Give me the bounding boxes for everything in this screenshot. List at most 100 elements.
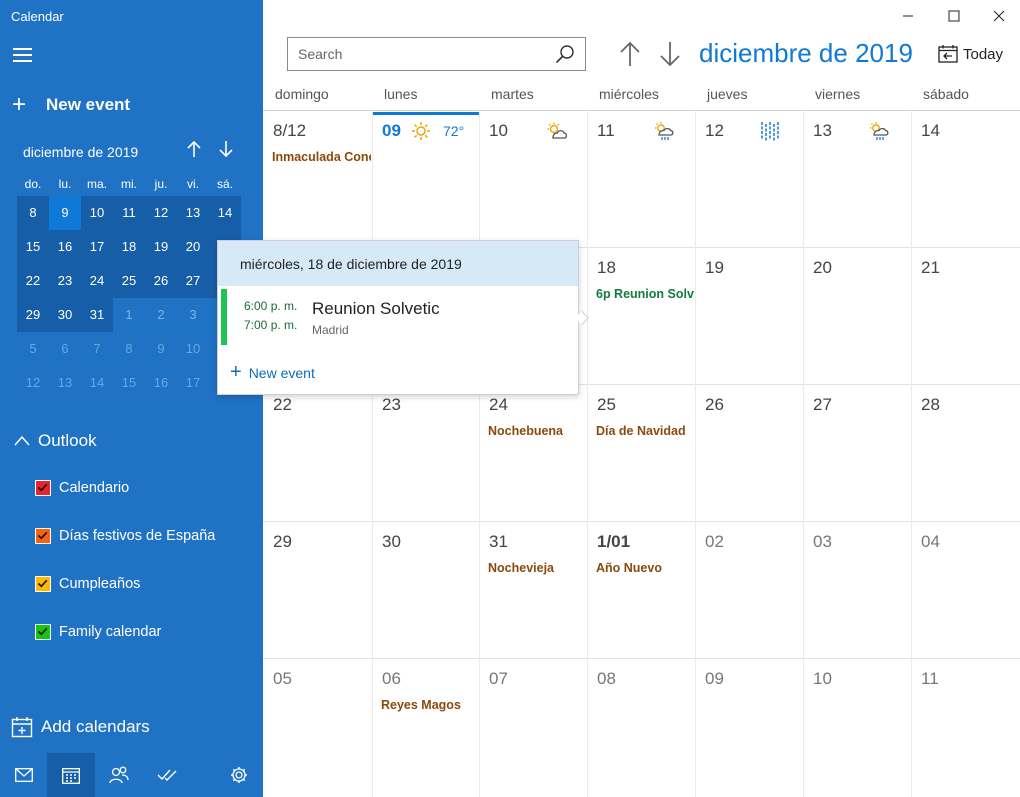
people-icon[interactable] xyxy=(95,753,143,797)
calendar-toggle[interactable]: Family calendar xyxy=(35,624,161,640)
mini-day[interactable]: 7 xyxy=(81,332,113,366)
calendar-event[interactable]: Nochebuena xyxy=(488,424,563,438)
day-cell-date[interactable]: 23 xyxy=(382,395,401,415)
day-cell-date[interactable]: 03 xyxy=(813,532,832,552)
day-cell-date[interactable]: 10 xyxy=(489,121,508,141)
mini-day[interactable]: 17 xyxy=(81,230,113,264)
calendar-event[interactable]: Día de Navidad xyxy=(596,424,686,438)
calendar-toggle[interactable]: Calendario xyxy=(35,480,129,496)
day-cell-date[interactable]: 30 xyxy=(382,532,401,552)
calendar-event[interactable]: Año Nuevo xyxy=(596,561,662,575)
day-cell-date[interactable]: 29 xyxy=(273,532,292,552)
day-cell-date[interactable]: 05 xyxy=(273,669,292,689)
day-cell-date[interactable]: 20 xyxy=(813,258,832,278)
mini-day[interactable]: 12 xyxy=(145,196,177,230)
add-calendars-button[interactable]: Add calendars xyxy=(11,716,150,738)
day-cell-date[interactable]: 19 xyxy=(705,258,724,278)
mini-day[interactable]: 25 xyxy=(113,264,145,298)
mini-day[interactable]: 30 xyxy=(49,298,81,332)
outlook-account-toggle[interactable]: Outlook xyxy=(14,431,97,451)
mini-day[interactable]: 29 xyxy=(17,298,49,332)
mini-day[interactable]: 10 xyxy=(177,332,209,366)
day-cell-date[interactable]: 02 xyxy=(705,532,724,552)
mini-day[interactable]: 10 xyxy=(81,196,113,230)
mini-prev-month-arrow-up-icon[interactable] xyxy=(186,140,204,158)
calendar-event[interactable]: Inmaculada Concepción xyxy=(272,150,371,164)
mini-day[interactable]: 5 xyxy=(17,332,49,366)
close-icon[interactable] xyxy=(976,0,1020,32)
day-cell-date[interactable]: 31 xyxy=(489,532,508,552)
day-cell-date[interactable]: 06 xyxy=(382,669,401,689)
checkbox-checked-icon[interactable] xyxy=(35,528,51,544)
mini-day[interactable]: 27 xyxy=(177,264,209,298)
minimize-icon[interactable] xyxy=(885,0,931,32)
checkbox-checked-icon[interactable] xyxy=(35,624,51,640)
day-cell-date[interactable]: 11 xyxy=(921,669,939,689)
day-cell-date[interactable]: 12 xyxy=(705,121,724,141)
mini-day[interactable]: 19 xyxy=(145,230,177,264)
day-cell-date[interactable]: 21 xyxy=(921,258,940,278)
mini-calendar-month[interactable]: diciembre de 2019 xyxy=(23,144,138,160)
next-month-arrow-down-icon[interactable] xyxy=(659,41,681,72)
day-cell-date[interactable]: 1/01 xyxy=(597,532,630,552)
settings-icon[interactable] xyxy=(215,753,263,797)
today-button[interactable]: Today xyxy=(938,45,1003,63)
day-cell-date[interactable]: 28 xyxy=(921,395,940,415)
mini-day[interactable]: 16 xyxy=(145,366,177,400)
day-cell-date[interactable]: 14 xyxy=(921,121,940,141)
mini-day[interactable]: 6 xyxy=(49,332,81,366)
day-cell-date[interactable]: 18 xyxy=(597,258,616,278)
mini-day[interactable]: 23 xyxy=(49,264,81,298)
day-cell-date[interactable]: 22 xyxy=(273,395,292,415)
mail-icon[interactable] xyxy=(0,753,48,797)
mini-day[interactable]: 26 xyxy=(145,264,177,298)
event-title[interactable]: Reunion Solvetic xyxy=(312,299,440,319)
day-cell-date[interactable]: 25 xyxy=(597,395,616,415)
mini-day[interactable]: 9 xyxy=(49,196,81,230)
mini-day[interactable]: 24 xyxy=(81,264,113,298)
mini-day[interactable]: 15 xyxy=(113,366,145,400)
mini-day[interactable]: 14 xyxy=(209,196,241,230)
mini-day[interactable]: 15 xyxy=(17,230,49,264)
calendar-icon[interactable] xyxy=(47,753,95,797)
maximize-icon[interactable] xyxy=(931,0,977,32)
popup-new-event-button[interactable]: + New event xyxy=(230,361,315,384)
day-cell-date[interactable]: 27 xyxy=(813,395,832,415)
day-cell-date[interactable]: 10 xyxy=(813,669,832,689)
day-cell-date[interactable]: 07 xyxy=(489,669,508,689)
search-input[interactable] xyxy=(298,44,538,64)
mini-day[interactable]: 13 xyxy=(49,366,81,400)
day-cell-date[interactable]: 09 xyxy=(705,669,724,689)
mini-day[interactable]: 22 xyxy=(17,264,49,298)
calendar-event[interactable]: 6p Reunion Solvetic xyxy=(596,287,694,301)
todo-icon[interactable] xyxy=(143,753,191,797)
mini-day[interactable]: 14 xyxy=(81,366,113,400)
calendar-toggle[interactable]: Días festivos de España xyxy=(35,528,215,544)
day-cell-date[interactable]: 24 xyxy=(489,395,508,415)
day-cell-date[interactable]: 04 xyxy=(921,532,940,552)
calendar-event[interactable]: Reyes Magos xyxy=(381,698,461,712)
new-event-button[interactable]: + New event xyxy=(12,92,130,118)
search-icon[interactable] xyxy=(555,44,575,64)
hamburger-menu-icon[interactable] xyxy=(13,48,32,62)
day-cell-date[interactable]: 13 xyxy=(813,121,832,141)
mini-day[interactable]: 9 xyxy=(145,332,177,366)
mini-day[interactable]: 11 xyxy=(113,196,145,230)
previous-month-arrow-up-icon[interactable] xyxy=(619,41,641,72)
mini-day[interactable]: 2 xyxy=(145,298,177,332)
day-cell-date[interactable]: 11 xyxy=(597,121,615,141)
mini-day[interactable]: 13 xyxy=(177,196,209,230)
checkbox-checked-icon[interactable] xyxy=(35,480,51,496)
mini-next-month-arrow-down-icon[interactable] xyxy=(218,140,236,158)
mini-day[interactable]: 12 xyxy=(17,366,49,400)
day-cell-date[interactable]: 8/12 xyxy=(273,121,306,141)
calendar-toggle[interactable]: Cumpleaños xyxy=(35,576,140,592)
checkbox-checked-icon[interactable] xyxy=(35,576,51,592)
day-cell-date[interactable]: 08 xyxy=(597,669,616,689)
mini-day[interactable]: 20 xyxy=(177,230,209,264)
day-cell-date[interactable]: 26 xyxy=(705,395,724,415)
mini-day[interactable]: 8 xyxy=(113,332,145,366)
mini-day[interactable]: 1 xyxy=(113,298,145,332)
mini-day[interactable]: 18 xyxy=(113,230,145,264)
mini-day[interactable]: 16 xyxy=(49,230,81,264)
